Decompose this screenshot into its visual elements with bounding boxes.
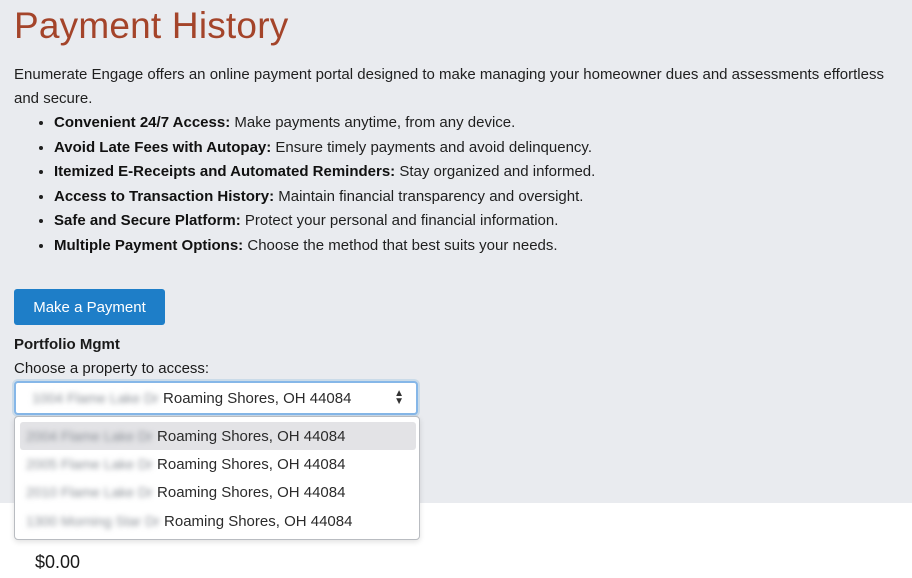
option-city: Roaming Shores, OH 44084 bbox=[164, 513, 353, 530]
feature-item: Avoid Late Fees with Autopay: Ensure tim… bbox=[54, 136, 595, 161]
feature-item: Itemized E-Receipts and Automated Remind… bbox=[54, 160, 595, 185]
property-option[interactable]: 2005 Flame Lake Dr Roaming Shores, OH 44… bbox=[20, 450, 416, 478]
feature-title: Access to Transaction History: bbox=[54, 187, 275, 205]
property-prompt: Choose a property to access: bbox=[14, 360, 210, 377]
feature-text: Stay organized and informed. bbox=[395, 163, 596, 180]
property-city: Roaming Shores, OH 44084 bbox=[163, 390, 352, 407]
redacted-address: 1300 Morning Star Dr bbox=[26, 513, 160, 529]
feature-text: Ensure timely payments and avoid delinqu… bbox=[271, 138, 592, 156]
property-dropdown: 2004 Flame Lake Dr Roaming Shores, OH 44… bbox=[14, 416, 420, 540]
property-select[interactable]: 1004 Flame Lake Dr Roaming Shores, OH 44… bbox=[14, 381, 418, 415]
balance-amount: $0.00 bbox=[35, 552, 81, 572]
option-city: Roaming Shores, OH 44084 bbox=[157, 484, 346, 501]
redacted-address: 2004 Flame Lake Dr bbox=[26, 428, 153, 444]
feature-text: Make payments anytime, from any device. bbox=[230, 114, 516, 131]
feature-title: Convenient 24/7 Access: bbox=[54, 114, 231, 131]
property-option[interactable]: 2010 Flame Lake Dr Roaming Shores, OH 44… bbox=[20, 478, 416, 506]
redacted-address: 1004 Flame Lake Dr bbox=[32, 390, 159, 406]
feature-item: Multiple Payment Options: Choose the met… bbox=[54, 234, 595, 259]
option-city: Roaming Shores, OH 44084 bbox=[157, 428, 346, 445]
option-city: Roaming Shores, OH 44084 bbox=[157, 456, 346, 473]
property-option[interactable]: 2004 Flame Lake Dr Roaming Shores, OH 44… bbox=[20, 422, 416, 450]
feature-text: Choose the method that best suits your n… bbox=[243, 236, 558, 254]
property-select-value: 1004 Flame Lake Dr Roaming Shores, OH 44… bbox=[32, 390, 351, 407]
feature-title: Multiple Payment Options: bbox=[54, 236, 244, 254]
feature-title: Avoid Late Fees with Autopay: bbox=[54, 138, 272, 156]
feature-text: Maintain financial transparency and over… bbox=[274, 187, 584, 205]
feature-item: Access to Transaction History: Maintain … bbox=[54, 185, 595, 210]
page-title: Payment History bbox=[14, 5, 289, 46]
feature-title: Safe and Secure Platform: bbox=[54, 212, 241, 229]
redacted-address: 2005 Flame Lake Dr bbox=[26, 456, 153, 472]
feature-text: Protect your personal and financial info… bbox=[240, 212, 559, 229]
intro-paragraph: Enumerate Engage offers an online paymen… bbox=[14, 66, 884, 107]
select-arrows-icon: ▲ ▼ bbox=[394, 388, 404, 407]
property-option[interactable]: 1300 Morning Star Dr Roaming Shores, OH … bbox=[20, 507, 416, 535]
feature-item: Safe and Secure Platform: Protect your p… bbox=[54, 209, 595, 234]
make-payment-button[interactable]: Make a Payment bbox=[14, 289, 165, 325]
redacted-address: 2010 Flame Lake Dr bbox=[26, 484, 153, 500]
portfolio-label: Portfolio Mgmt bbox=[14, 336, 120, 353]
feature-item: Convenient 24/7 Access: Make payments an… bbox=[54, 111, 595, 136]
feature-list: Convenient 24/7 Access: Make payments an… bbox=[34, 111, 595, 258]
feature-title: Itemized E-Receipts and Automated Remind… bbox=[54, 163, 396, 180]
